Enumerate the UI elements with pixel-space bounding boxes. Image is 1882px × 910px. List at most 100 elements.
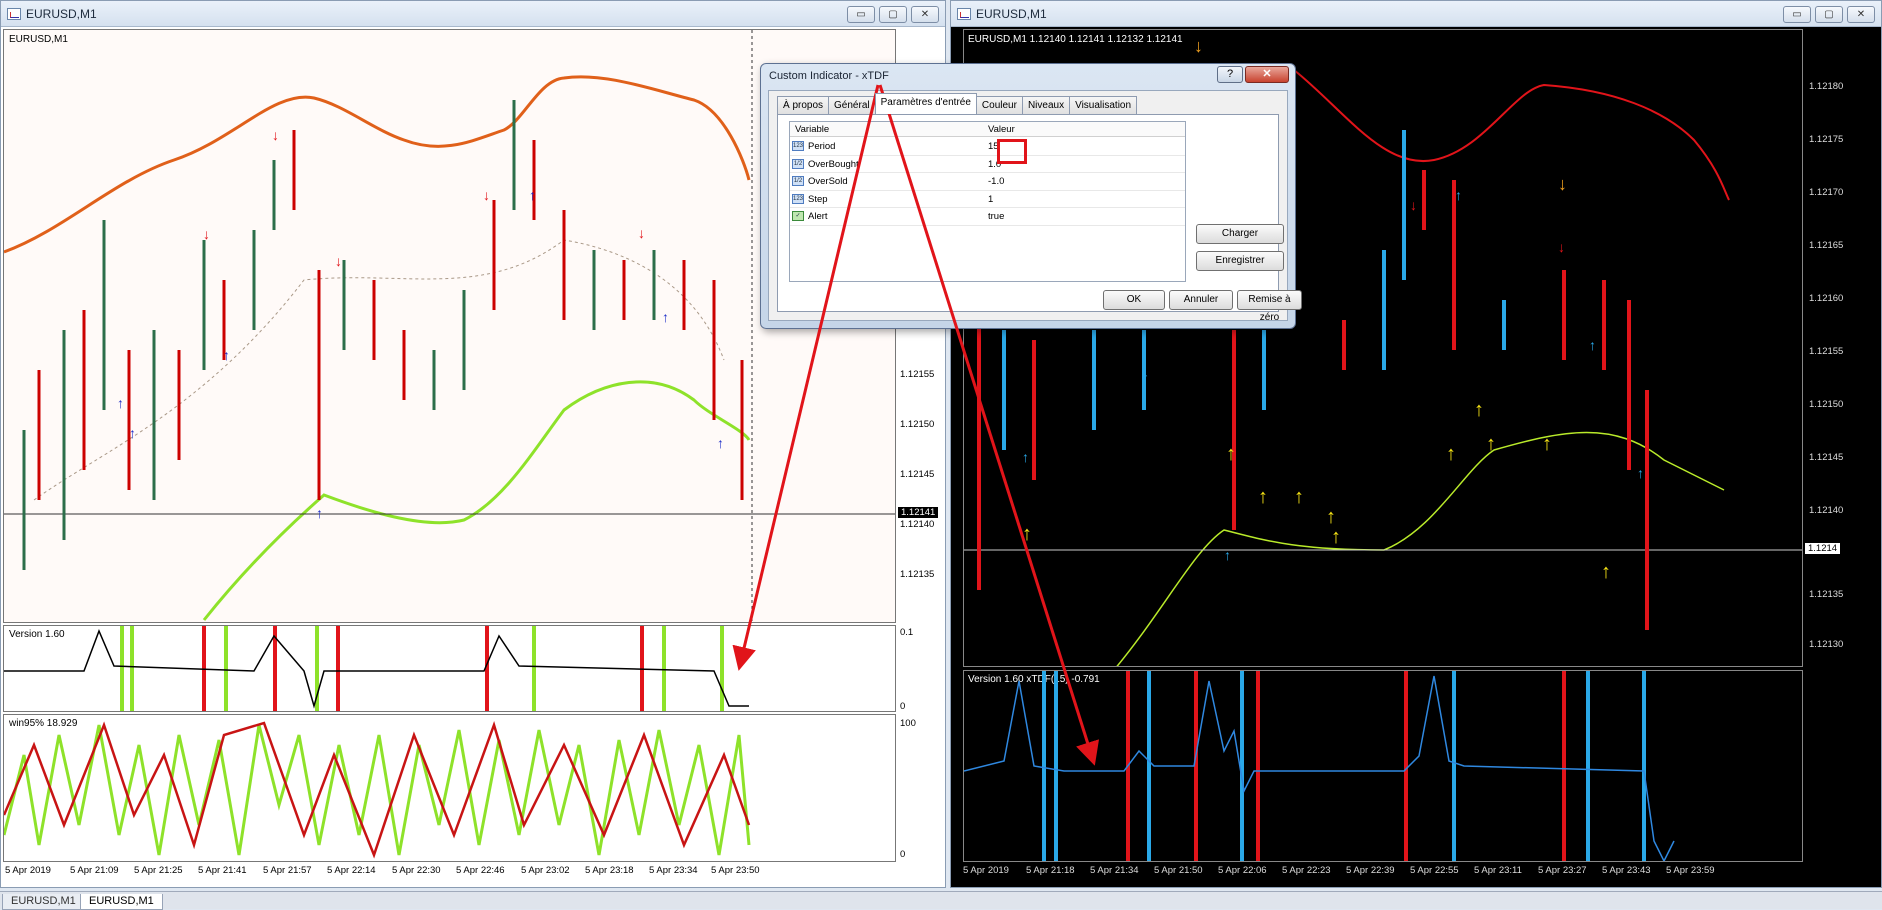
left-window-title: EURUSD,M1 bbox=[26, 6, 97, 21]
time-tick: 5 Apr 23:34 bbox=[649, 865, 698, 876]
double-icon: 1/2 bbox=[792, 158, 804, 169]
sub2-tick: 0 bbox=[900, 849, 906, 860]
save-button[interactable]: Enregistrer bbox=[1196, 251, 1284, 271]
svg-text:↑: ↑ bbox=[1326, 506, 1336, 528]
right-time-axis: 5 Apr 2019 5 Apr 21:18 5 Apr 21:34 5 Apr… bbox=[963, 865, 1803, 879]
svg-text:↓: ↓ bbox=[1410, 197, 1417, 213]
minimize-button[interactable]: ▭ bbox=[1783, 6, 1811, 23]
reset-button[interactable]: Remise à zéro bbox=[1237, 290, 1302, 323]
svg-text:↑: ↑ bbox=[1331, 526, 1341, 548]
param-name: Step bbox=[808, 193, 828, 205]
time-tick: 5 Apr 22:06 bbox=[1218, 865, 1267, 876]
svg-text:↑: ↑ bbox=[1224, 547, 1231, 563]
time-tick: 5 Apr 23:43 bbox=[1602, 865, 1651, 876]
time-tick: 5 Apr 22:23 bbox=[1282, 865, 1331, 876]
time-tick: 5 Apr 2019 bbox=[963, 865, 1009, 876]
left-indicator-subwindow-1[interactable]: Version 1.60 bbox=[3, 625, 896, 712]
close-button[interactable]: ✕ bbox=[1847, 6, 1875, 23]
right-window-titlebar[interactable]: EURUSD,M1 ▭ ▢ ✕ bbox=[951, 1, 1881, 27]
svg-text:↑: ↑ bbox=[1226, 443, 1236, 465]
param-row-period[interactable]: 123 Period 15 bbox=[790, 138, 1185, 156]
left-window-titlebar[interactable]: EURUSD,M1 ▭ ▢ ✕ bbox=[1, 1, 945, 27]
price-tick: 1.12155 bbox=[1809, 346, 1844, 357]
param-name: Period bbox=[808, 141, 836, 152]
load-button[interactable]: Charger bbox=[1196, 224, 1284, 244]
svg-text:↓: ↓ bbox=[203, 226, 210, 242]
param-row-overbought[interactable]: 1/2 OverBought 1.0 bbox=[790, 156, 1185, 173]
price-tick: 1.12140 bbox=[900, 519, 935, 530]
current-price-tag: 1.1214 bbox=[1805, 543, 1841, 554]
time-tick: 5 Apr 21:50 bbox=[1154, 865, 1203, 876]
chart-tab-2[interactable]: EURUSD,M1 bbox=[80, 894, 163, 910]
price-tick: 1.12170 bbox=[1809, 187, 1844, 198]
price-tick: 1.12135 bbox=[1809, 589, 1844, 600]
maximize-button[interactable]: ▢ bbox=[1815, 6, 1843, 23]
cancel-button[interactable]: Annuler bbox=[1169, 290, 1233, 310]
svg-text:↑: ↑ bbox=[662, 309, 669, 325]
param-name: Alert bbox=[808, 211, 828, 222]
time-tick: 5 Apr 23:18 bbox=[585, 865, 634, 876]
svg-text:↑: ↑ bbox=[1589, 337, 1596, 353]
tab-colors[interactable]: Couleur bbox=[975, 96, 1023, 114]
price-tick: 1.12135 bbox=[900, 569, 935, 580]
ok-button[interactable]: OK bbox=[1103, 290, 1165, 310]
time-tick: 5 Apr 23:50 bbox=[711, 865, 760, 876]
param-value[interactable]: true bbox=[988, 211, 1004, 222]
chart-window-icon bbox=[957, 7, 971, 20]
param-value[interactable]: 1 bbox=[988, 194, 993, 205]
svg-text:↑: ↑ bbox=[1455, 187, 1462, 203]
chart-tab-bar: EURUSD,M1 EURUSD,M1 bbox=[0, 891, 1882, 910]
dialog-close-button[interactable]: ✕ bbox=[1245, 66, 1289, 83]
time-tick: 5 Apr 23:11 bbox=[1474, 865, 1522, 876]
dialog-body: À propos Général Paramètres d'entrée Cou… bbox=[768, 90, 1302, 323]
integer-icon: 123 bbox=[792, 193, 804, 204]
time-tick: 5 Apr 22:39 bbox=[1346, 865, 1395, 876]
price-tick: 1.12150 bbox=[1809, 399, 1844, 410]
svg-text:↑: ↑ bbox=[1294, 486, 1304, 508]
left-time-axis: 5 Apr 2019 5 Apr 21:09 5 Apr 21:25 5 Apr… bbox=[3, 865, 896, 879]
tab-about[interactable]: À propos bbox=[777, 96, 830, 114]
maximize-button[interactable]: ▢ bbox=[879, 6, 907, 23]
time-tick: 5 Apr 22:14 bbox=[327, 865, 376, 876]
time-tick: 5 Apr 22:30 bbox=[392, 865, 441, 876]
time-tick: 5 Apr 23:02 bbox=[521, 865, 570, 876]
svg-text:↓: ↓ bbox=[638, 225, 645, 241]
tab-general[interactable]: Général bbox=[828, 96, 876, 114]
minimize-button[interactable]: ▭ bbox=[847, 6, 875, 23]
price-tick: 1.12150 bbox=[900, 419, 935, 430]
current-price-tag: 1.12141 bbox=[898, 507, 939, 518]
param-name: OverSold bbox=[808, 176, 848, 187]
left-indicator-subwindow-2[interactable]: win95% 18.929 bbox=[3, 714, 896, 862]
param-row-alert[interactable]: ✓ Alert true bbox=[790, 208, 1185, 226]
close-button[interactable]: ✕ bbox=[911, 6, 939, 23]
chart-tab-1[interactable]: EURUSD,M1 bbox=[2, 894, 85, 910]
svg-text:↓: ↓ bbox=[1558, 174, 1567, 194]
tab-visualization[interactable]: Visualisation bbox=[1069, 96, 1138, 114]
param-row-oversold[interactable]: 1/2 OverSold -1.0 bbox=[790, 173, 1185, 191]
help-button[interactable]: ? bbox=[1217, 66, 1243, 83]
svg-text:↑: ↑ bbox=[529, 187, 536, 203]
time-tick: 5 Apr 22:46 bbox=[456, 865, 505, 876]
svg-text:↑: ↑ bbox=[1022, 523, 1032, 545]
tab-levels[interactable]: Niveaux bbox=[1021, 96, 1071, 114]
svg-text:↓: ↓ bbox=[483, 187, 490, 203]
right-indicator-subwindow[interactable]: Version 1.60 xTDF(15) -0.791 bbox=[963, 670, 1803, 862]
custom-indicator-dialog[interactable]: Custom Indicator - xTDF ? ✕ À propos Gén… bbox=[760, 63, 1302, 329]
double-icon: 1/2 bbox=[792, 176, 804, 186]
price-tick: 1.12175 bbox=[1809, 134, 1844, 145]
param-row-step[interactable]: 123 Step 1 bbox=[790, 191, 1185, 208]
right-sub-plot bbox=[964, 671, 1675, 861]
sub2-axis: 100 0 bbox=[898, 714, 946, 862]
tab-inputs[interactable]: Paramètres d'entrée bbox=[874, 93, 977, 114]
integer-icon: 123 bbox=[792, 141, 804, 151]
price-tick: 1.12165 bbox=[1809, 240, 1844, 251]
time-tick: 5 Apr 21:25 bbox=[134, 865, 183, 876]
chart-window-icon bbox=[7, 7, 21, 20]
param-value[interactable]: -1.0 bbox=[988, 176, 1004, 187]
price-tick: 1.12180 bbox=[1809, 81, 1844, 92]
price-tick: 1.12145 bbox=[900, 469, 935, 480]
time-tick: 5 Apr 21:09 bbox=[70, 865, 119, 876]
svg-text:↑: ↑ bbox=[717, 435, 724, 451]
parameters-grid[interactable]: Variable Valeur 123 Period 15 1/2 OverBo… bbox=[789, 121, 1186, 282]
svg-text:↑: ↑ bbox=[316, 505, 323, 521]
